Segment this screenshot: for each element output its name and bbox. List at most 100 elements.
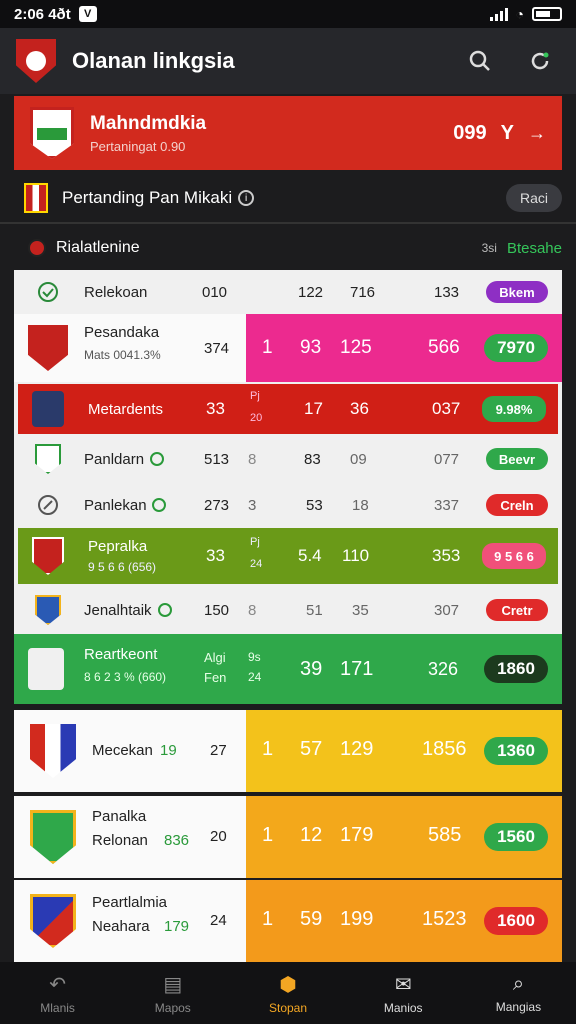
points-pill[interactable]: 1560 bbox=[484, 823, 548, 851]
back-icon: ↶ bbox=[49, 973, 66, 996]
table-row[interactable]: Pepralka 9 5 6 6 (656) 33 Pj 24 5.4 110 … bbox=[18, 528, 558, 584]
points-pill[interactable]: 1860 bbox=[484, 655, 548, 683]
header-col2: 122 bbox=[298, 283, 324, 301]
mail-icon: ✉ bbox=[394, 973, 412, 996]
hero-score: 099 bbox=[453, 121, 487, 144]
tab-stopan[interactable]: ⬢ Stopan bbox=[230, 962, 345, 1024]
points-pill[interactable]: 7970 bbox=[484, 334, 548, 362]
tab-mangias[interactable]: ⌕ Mangias bbox=[461, 962, 576, 1024]
header-pill[interactable]: Bkem bbox=[486, 281, 548, 303]
tab-mlanis[interactable]: ↶ Mlanis bbox=[0, 962, 115, 1024]
ball-icon bbox=[28, 239, 46, 257]
col5: 353 bbox=[432, 546, 461, 565]
col1: 513 bbox=[204, 450, 230, 468]
search-icon[interactable] bbox=[460, 41, 500, 81]
status-pill[interactable]: Beevr bbox=[486, 448, 548, 470]
col3: 93 bbox=[300, 337, 322, 358]
table-row[interactable]: Reartkeont 8 6 2 3 % (660) Algi Fen 9s 2… bbox=[14, 634, 562, 704]
table-row[interactable]: Panlekan 273 3 53 18 337 Creln bbox=[14, 482, 562, 528]
wifi-icon: ◔ bbox=[515, 6, 524, 22]
col2: 8 bbox=[248, 601, 257, 619]
team-card[interactable]: Panalka Relonan 836 20 1 12 179 585 1560 bbox=[14, 796, 562, 878]
col4: 35 bbox=[352, 601, 369, 619]
section-header: Pertanding Pan Mikaki i Raci bbox=[14, 176, 562, 220]
col3: 51 bbox=[306, 601, 323, 619]
divider bbox=[0, 222, 576, 224]
tab-label: Stopan bbox=[268, 1000, 308, 1015]
refresh-icon[interactable] bbox=[520, 41, 560, 81]
col4: 18 bbox=[352, 496, 369, 514]
col2b: 20 bbox=[250, 412, 263, 424]
col3: 53 bbox=[306, 496, 323, 514]
team-name: Pesandaka bbox=[84, 324, 160, 341]
hero-suffix: Y bbox=[500, 121, 514, 144]
status-pill[interactable]: Cretr bbox=[486, 599, 548, 621]
search-icon: ⌕ bbox=[512, 972, 525, 995]
notification-icon: V bbox=[78, 6, 97, 22]
col2: 1 bbox=[262, 908, 274, 930]
col1: 24 bbox=[210, 912, 227, 929]
team-card[interactable]: Mecekan 19 27 1 57 129 1856 1360 bbox=[14, 710, 562, 792]
points-pill[interactable]: 9.98% bbox=[482, 396, 546, 422]
col5: 307 bbox=[434, 601, 460, 619]
hero-subtitle: Pertaningat 0.90 bbox=[90, 138, 186, 154]
tab-mapos[interactable]: ▤ Mapos bbox=[115, 962, 230, 1024]
team-name: Pepralka bbox=[88, 538, 148, 555]
app-title: Olanan linkgsia bbox=[72, 48, 235, 73]
points-pill[interactable]: 1360 bbox=[484, 737, 548, 765]
app-header: Olanan linkgsia bbox=[0, 28, 576, 94]
table-row[interactable]: Jenalhtaik 150 8 51 35 307 Cretr bbox=[14, 586, 562, 634]
arrow-right-icon[interactable]: → bbox=[528, 123, 546, 144]
points-pill[interactable]: 1600 bbox=[484, 907, 548, 935]
col5: 037 bbox=[432, 399, 461, 418]
bottom-tab-bar: ↶ Mlanis ▤ Mapos ⬢ Stopan ✉ Manios ⌕ Man… bbox=[0, 962, 576, 1024]
col1a: Algi bbox=[204, 650, 226, 665]
team-cards: Mecekan 19 27 1 57 129 1856 1360 Panalka… bbox=[14, 710, 562, 962]
team-num: 19 bbox=[160, 742, 177, 759]
team-card[interactable]: Peartlalmia Neahara 179 24 1 59 199 1523… bbox=[14, 880, 562, 962]
col2a: Pj bbox=[250, 390, 260, 402]
header-col1: 010 bbox=[202, 283, 228, 301]
standings-header: Rialatlenine 3si Btesahe bbox=[14, 226, 562, 270]
header-label: Relekoan bbox=[84, 283, 148, 301]
team-name: Jenalhtaik bbox=[84, 601, 152, 619]
no-entry-icon bbox=[28, 485, 68, 525]
flag-icon bbox=[24, 183, 48, 213]
col2: 1 bbox=[262, 824, 274, 846]
col1: 150 bbox=[204, 601, 230, 619]
team-crest-icon bbox=[28, 590, 68, 630]
info-icon[interactable]: i bbox=[238, 190, 255, 206]
col5: 337 bbox=[434, 496, 460, 514]
team-crest-icon bbox=[28, 325, 68, 371]
featured-match-banner[interactable]: Mahndmdkia Pertaningat 0.90 099 Y → bbox=[14, 96, 562, 170]
header-col3: 716 bbox=[350, 283, 376, 301]
team-name: Peartlalmia bbox=[92, 894, 168, 911]
col2a: 9s bbox=[248, 650, 261, 664]
table-row[interactable]: Metardents 33 Pj 20 17 36 037 9.98% bbox=[18, 384, 558, 434]
header-col4: 133 bbox=[434, 283, 460, 301]
col1: 33 bbox=[206, 399, 225, 418]
points-pill[interactable]: 9 5 6 6 bbox=[482, 543, 546, 569]
team-name: Panlekan bbox=[84, 496, 147, 514]
col4: 199 bbox=[340, 908, 374, 930]
status-pill[interactable]: Creln bbox=[486, 494, 548, 516]
table-row[interactable]: Panldarn 513 8 83 09 077 Beevr bbox=[14, 436, 562, 482]
team-sub: Neahara bbox=[92, 918, 150, 935]
team-sub: Relonan bbox=[92, 832, 148, 849]
team-sub: 9 5 6 6 (656) bbox=[88, 560, 157, 574]
table-header-row: Relekoan 010 122 716 133 Bkem bbox=[14, 270, 562, 314]
tab-manios[interactable]: ✉ Manios bbox=[346, 962, 461, 1024]
col3: 59 bbox=[300, 908, 323, 930]
team-name: Panalka bbox=[92, 808, 147, 825]
col4: 36 bbox=[350, 399, 369, 418]
standings-link[interactable]: Btesahe bbox=[507, 240, 562, 257]
col5: 585 bbox=[428, 824, 462, 846]
team-sub: Mats 0041.3% bbox=[84, 348, 161, 362]
col2b: 24 bbox=[250, 558, 263, 570]
col2a: Pj bbox=[250, 536, 260, 548]
filter-pill-button[interactable]: Raci bbox=[505, 184, 562, 212]
col1: 33 bbox=[206, 546, 225, 565]
list-icon: ▤ bbox=[163, 973, 183, 996]
table-row[interactable]: Pesandaka Mats 0041.3% 374 1 93 125 566 … bbox=[14, 314, 562, 382]
col2b: 24 bbox=[248, 670, 262, 684]
